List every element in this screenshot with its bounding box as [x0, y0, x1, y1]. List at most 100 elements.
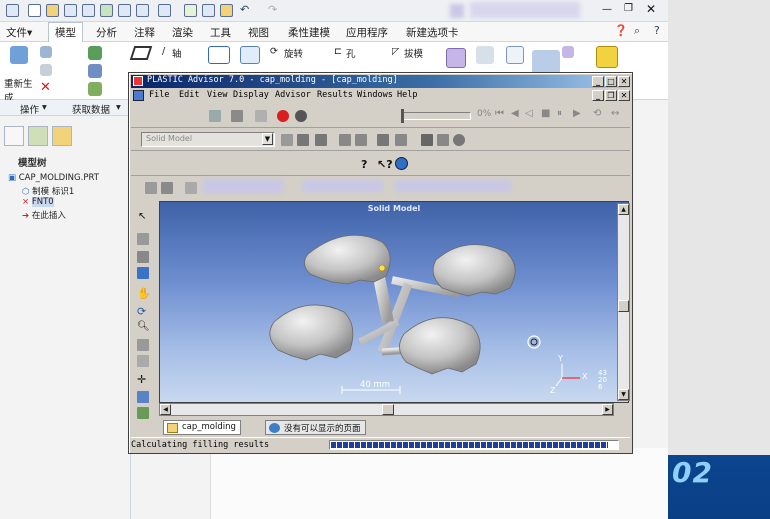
group-get-data[interactable]: 获取数据 — [72, 102, 110, 116]
help-question-icon[interactable]: ? — [361, 158, 367, 171]
sketch-icon[interactable] — [208, 46, 230, 64]
list-icon[interactable] — [437, 134, 449, 146]
regen-icon[interactable] — [202, 4, 215, 17]
section-icon[interactable] — [137, 407, 149, 419]
horizontal-scroll-thumb[interactable] — [382, 404, 394, 415]
group-operations[interactable]: 操作 — [20, 102, 39, 116]
hole-icon[interactable]: ⊏ — [334, 46, 342, 57]
tab-applications[interactable]: 应用程序 — [346, 25, 388, 40]
pa-close-button[interactable]: ✕ — [618, 76, 630, 87]
user-feature-icon[interactable] — [88, 64, 102, 78]
vertical-scroll-thumb[interactable] — [618, 300, 629, 312]
print-icon[interactable] — [82, 4, 95, 17]
menu-windows[interactable]: Windows — [357, 90, 393, 100]
paste-icon[interactable] — [40, 64, 52, 76]
block-icon[interactable] — [297, 134, 309, 146]
pa-maximize-button[interactable]: □ — [605, 76, 617, 87]
zoom-box-icon[interactable] — [137, 339, 149, 351]
save-icon[interactable] — [64, 4, 77, 17]
axis-label[interactable]: 轴 — [172, 46, 182, 60]
component-interface-icon[interactable] — [596, 46, 618, 68]
block-alt-icon[interactable] — [315, 134, 327, 146]
bounce-icon[interactable]: ↔ — [611, 108, 619, 119]
tree-item-mold[interactable]: ⬡ 制模 标识1 — [22, 185, 74, 197]
undo-icon[interactable]: ↶ — [240, 3, 249, 16]
cube-icon[interactable] — [137, 251, 149, 263]
tab-annotate[interactable]: 注释 — [134, 25, 155, 40]
tab-new[interactable]: 新建选项卡 — [406, 25, 459, 40]
close-icon[interactable]: ✕ — [646, 2, 656, 16]
tab-flexible-modeling[interactable]: 柔性建模 — [288, 25, 330, 40]
solid-model-viewport[interactable]: Solid Model 40 mm Y X Z 43 20 6 — [159, 201, 629, 403]
print-icon[interactable] — [355, 134, 367, 146]
menu-results[interactable]: Results — [317, 90, 353, 100]
doc-restore-button[interactable]: ❐ — [605, 90, 617, 101]
tab-render[interactable]: 渲染 — [172, 25, 193, 40]
plane-icon[interactable] — [129, 46, 153, 60]
shaded-cube-icon[interactable] — [137, 267, 149, 279]
stamp-icon[interactable] — [231, 110, 243, 122]
new-file-icon[interactable] — [28, 4, 41, 17]
copy-icon[interactable] — [136, 4, 149, 17]
folder-icon[interactable] — [220, 4, 233, 17]
tab-analysis[interactable]: 分析 — [96, 25, 117, 40]
surface-icon[interactable] — [476, 46, 494, 64]
step-back-icon[interactable]: ◀ — [511, 108, 519, 119]
menu-advisor[interactable]: Advisor — [275, 90, 311, 100]
regenerate-icon[interactable] — [10, 46, 28, 64]
shrink-icon[interactable] — [88, 82, 102, 96]
revolve-icon[interactable]: ⟳ — [270, 46, 278, 57]
copy-small-icon[interactable] — [40, 46, 52, 58]
rotate-icon[interactable]: ⟳ — [137, 305, 146, 318]
play-icon[interactable]: ▶ — [573, 108, 581, 119]
compare-icon[interactable] — [377, 134, 389, 146]
loop-icon[interactable]: ⟲ — [593, 108, 601, 119]
record-icon[interactable] — [277, 110, 289, 122]
draft-label[interactable]: 拔模 — [404, 46, 423, 60]
doc-close-button[interactable]: ✕ — [618, 90, 630, 101]
menu-view[interactable]: View — [207, 90, 227, 100]
animation-slider[interactable] — [401, 112, 471, 120]
pan-hand-icon[interactable]: ✋ — [137, 287, 151, 300]
tab-cap-molding[interactable]: cap_molding — [163, 420, 241, 435]
pa-minimize-button[interactable]: _ — [592, 76, 604, 87]
hole-label[interactable]: 孔 — [346, 46, 356, 60]
window-select-icon[interactable] — [158, 4, 171, 17]
restore-icon[interactable]: ❐ — [624, 3, 633, 14]
scroll-left-icon[interactable]: ◀ — [160, 404, 171, 415]
menu-file[interactable]: File — [149, 90, 169, 100]
scroll-up-icon[interactable]: ▲ — [618, 204, 629, 215]
wand-icon[interactable] — [209, 110, 221, 122]
model-select[interactable]: Solid Model ▼ — [141, 132, 275, 147]
edit-icon[interactable] — [281, 134, 293, 146]
tool-icon[interactable] — [100, 4, 113, 17]
graphics-area[interactable] — [210, 448, 668, 519]
open-icon[interactable] — [145, 182, 157, 194]
menu-help[interactable]: Help — [397, 90, 417, 100]
checkbox-icon[interactable] — [184, 4, 197, 17]
save-icon[interactable] — [161, 182, 173, 194]
scroll-right-icon[interactable]: ▶ — [602, 404, 613, 415]
help-icon[interactable]: ❓ — [614, 24, 628, 37]
search-icon[interactable]: ⌕ — [634, 24, 640, 38]
minimize-icon[interactable]: — — [602, 4, 612, 15]
pa-title-bar[interactable]: PLASTIC Advisor 7.0 - cap_molding - [cap… — [131, 75, 630, 88]
get-data-icon[interactable] — [88, 46, 102, 60]
window-icon[interactable] — [118, 4, 131, 17]
square-icon[interactable] — [339, 134, 351, 146]
favorites-tab-icon[interactable] — [52, 126, 72, 146]
doc-minimize-button[interactable]: _ — [592, 90, 604, 101]
tab-model[interactable]: 模型 — [48, 22, 83, 43]
box-icon[interactable] — [137, 233, 149, 245]
rewind-icon[interactable]: ⏮ — [495, 108, 504, 119]
axes-icon[interactable]: ✛ — [137, 373, 146, 386]
redo-icon[interactable]: ↷ — [268, 3, 277, 16]
tab-file[interactable]: 文件▾ — [6, 25, 32, 40]
pause-icon[interactable]: ⏸ — [557, 108, 562, 119]
tab-view[interactable]: 视图 — [248, 25, 269, 40]
tab-tools[interactable]: 工具 — [210, 25, 231, 40]
view-cube-icon[interactable] — [137, 391, 149, 403]
play-back-icon[interactable]: ◁ — [525, 108, 533, 119]
model-tree-tab-icon[interactable] — [4, 126, 24, 146]
tree-item-insert-here[interactable]: ➔ 在此插入 — [22, 209, 66, 221]
